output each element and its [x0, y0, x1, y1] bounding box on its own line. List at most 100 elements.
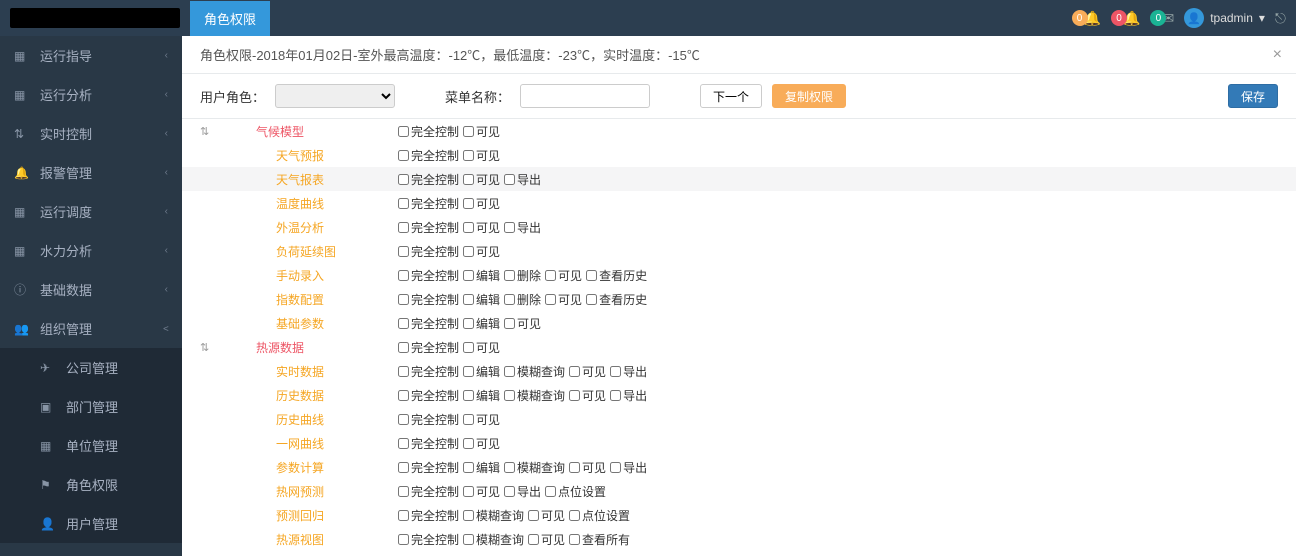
perm-checkbox[interactable]: 可见: [463, 435, 500, 452]
perm-checkbox[interactable]: 模糊查询: [463, 531, 524, 548]
checkbox[interactable]: [586, 270, 597, 281]
perm-name[interactable]: 热源视图: [218, 531, 398, 548]
perm-checkbox[interactable]: 导出: [610, 363, 647, 380]
sidebar-sub-item-4[interactable]: 👤用户管理: [0, 504, 182, 543]
sort-handle[interactable]: ⇅: [182, 125, 218, 138]
perm-name[interactable]: 热源数据: [218, 339, 398, 356]
checkbox[interactable]: [398, 198, 409, 209]
perm-checkbox[interactable]: 可见: [545, 267, 582, 284]
checkbox[interactable]: [398, 366, 409, 377]
perm-checkbox[interactable]: 模糊查询: [504, 459, 565, 476]
perm-name[interactable]: 温度曲线: [218, 195, 398, 212]
checkbox[interactable]: [398, 294, 409, 305]
perm-name[interactable]: 实时数据: [218, 363, 398, 380]
perm-name[interactable]: 历史数据: [218, 387, 398, 404]
checkbox[interactable]: [610, 366, 621, 377]
checkbox[interactable]: [463, 438, 474, 449]
checkbox[interactable]: [545, 294, 556, 305]
checkbox[interactable]: [463, 246, 474, 257]
checkbox[interactable]: [504, 174, 515, 185]
sidebar-item-4[interactable]: ▦运行调度‹: [0, 192, 182, 231]
checkbox[interactable]: [463, 390, 474, 401]
perm-name[interactable]: 负荷延续图: [218, 243, 398, 260]
perm-checkbox[interactable]: 可见: [463, 411, 500, 428]
checkbox[interactable]: [528, 510, 539, 521]
perm-checkbox[interactable]: 可见: [569, 459, 606, 476]
sidebar-item-6[interactable]: ⓘ基础数据‹: [0, 270, 182, 309]
checkbox[interactable]: [569, 366, 580, 377]
user-menu[interactable]: 👤 tpadmin ▾: [1184, 8, 1265, 28]
logout-icon[interactable]: ⎋: [1275, 10, 1286, 27]
perm-checkbox[interactable]: 可见: [545, 291, 582, 308]
perm-checkbox[interactable]: 完全控制: [398, 483, 459, 500]
perm-checkbox[interactable]: 删除: [504, 267, 541, 284]
checkbox[interactable]: [569, 390, 580, 401]
checkbox[interactable]: [463, 486, 474, 497]
checkbox[interactable]: [463, 534, 474, 545]
checkbox[interactable]: [398, 438, 409, 449]
checkbox[interactable]: [545, 486, 556, 497]
perm-name[interactable]: 基础参数: [218, 315, 398, 332]
copy-perm-button[interactable]: 复制权限: [772, 84, 846, 108]
checkbox[interactable]: [463, 342, 474, 353]
perm-checkbox[interactable]: 模糊查询: [504, 363, 565, 380]
perm-checkbox[interactable]: 导出: [504, 219, 541, 236]
sidebar-item-1[interactable]: ▦运行分析‹: [0, 75, 182, 114]
perm-checkbox[interactable]: 编辑: [463, 363, 500, 380]
checkbox[interactable]: [398, 222, 409, 233]
perm-checkbox[interactable]: 编辑: [463, 291, 500, 308]
checkbox[interactable]: [463, 510, 474, 521]
sidebar-item-8[interactable]: ⚙系统管理‹: [0, 543, 182, 556]
next-button[interactable]: 下一个: [700, 84, 762, 108]
checkbox[interactable]: [398, 414, 409, 425]
sidebar-item-2[interactable]: ⇅实时控制‹: [0, 114, 182, 153]
checkbox[interactable]: [586, 294, 597, 305]
checkbox[interactable]: [398, 390, 409, 401]
perm-checkbox[interactable]: 可见: [463, 147, 500, 164]
sidebar-sub-item-3[interactable]: ⚑角色权限: [0, 465, 182, 504]
checkbox[interactable]: [569, 462, 580, 473]
perm-checkbox[interactable]: 导出: [504, 171, 541, 188]
perm-checkbox[interactable]: 模糊查询: [504, 387, 565, 404]
perm-name[interactable]: 天气报表: [218, 171, 398, 188]
perm-name[interactable]: 天气预报: [218, 147, 398, 164]
perm-checkbox[interactable]: 点位设置: [569, 507, 630, 524]
perm-name[interactable]: 参数计算: [218, 459, 398, 476]
checkbox[interactable]: [398, 462, 409, 473]
perm-name[interactable]: 预测回归: [218, 507, 398, 524]
perm-checkbox[interactable]: 查看历史: [586, 267, 647, 284]
checkbox[interactable]: [463, 222, 474, 233]
checkbox[interactable]: [463, 414, 474, 425]
checkbox[interactable]: [504, 294, 515, 305]
perm-checkbox[interactable]: 点位设置: [545, 483, 606, 500]
sidebar-sub-item-2[interactable]: ▦单位管理: [0, 426, 182, 465]
perm-checkbox[interactable]: 完全控制: [398, 267, 459, 284]
checkbox[interactable]: [504, 366, 515, 377]
perm-checkbox[interactable]: 查看所有: [569, 531, 630, 548]
checkbox[interactable]: [398, 318, 409, 329]
sidebar-sub-item-1[interactable]: ▣部门管理: [0, 387, 182, 426]
notif-3[interactable]: 0 ✉: [1150, 10, 1174, 27]
perm-checkbox[interactable]: 可见: [463, 219, 500, 236]
perm-name[interactable]: 气候模型: [218, 123, 398, 140]
perm-checkbox[interactable]: 导出: [504, 483, 541, 500]
perm-checkbox[interactable]: 删除: [504, 291, 541, 308]
checkbox[interactable]: [463, 126, 474, 137]
perm-checkbox[interactable]: 编辑: [463, 459, 500, 476]
perm-checkbox[interactable]: 可见: [463, 483, 500, 500]
checkbox[interactable]: [610, 462, 621, 473]
perm-checkbox[interactable]: 完全控制: [398, 387, 459, 404]
perm-name[interactable]: 一网曲线: [218, 435, 398, 452]
checkbox[interactable]: [504, 270, 515, 281]
checkbox[interactable]: [463, 198, 474, 209]
perm-name[interactable]: 外温分析: [218, 219, 398, 236]
perm-checkbox[interactable]: 完全控制: [398, 315, 459, 332]
checkbox[interactable]: [610, 390, 621, 401]
sidebar-sub-item-0[interactable]: ✈公司管理: [0, 348, 182, 387]
checkbox[interactable]: [504, 222, 515, 233]
checkbox[interactable]: [398, 342, 409, 353]
perm-checkbox[interactable]: 查看历史: [586, 291, 647, 308]
checkbox[interactable]: [398, 510, 409, 521]
perm-checkbox[interactable]: 完全控制: [398, 435, 459, 452]
perm-name[interactable]: 热网预测: [218, 483, 398, 500]
